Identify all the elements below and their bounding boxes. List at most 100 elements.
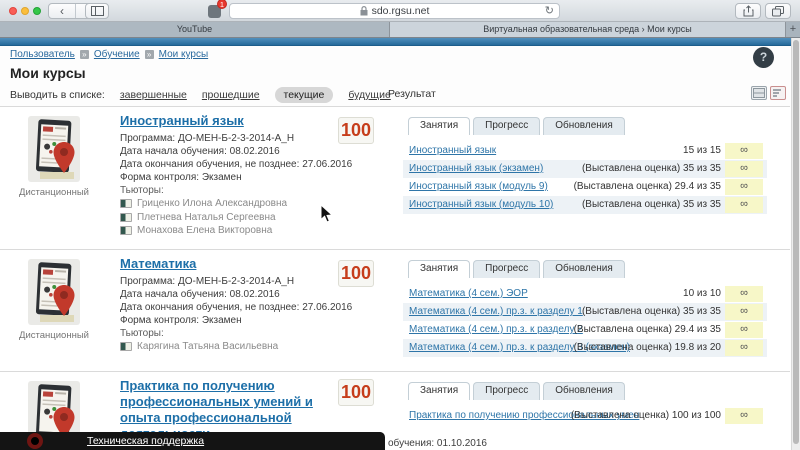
infinity-cell[interactable]: ∞ <box>725 161 763 177</box>
course-mode: Дистанционный <box>19 330 89 341</box>
support-link[interactable]: Техническая поддержка <box>87 435 204 447</box>
tab-overview-glyph <box>772 5 784 16</box>
course-card-inostranny-yazyk: Дистанционный Иностранный язык Программа… <box>0 106 790 249</box>
mouse-cursor <box>320 204 333 223</box>
breadcrumb-separator-icon: » <box>79 50 89 59</box>
tutor-card-icon <box>120 212 132 222</box>
detail-label: Форма контроля: <box>120 172 200 183</box>
tutor-name: Карягина Татьяна Васильевна <box>137 341 279 352</box>
tab-active-sdo[interactable]: Виртуальная образовательная среда › Мои … <box>390 22 786 37</box>
address-bar[interactable]: sdo.rgsu.net ↻ <box>229 3 560 19</box>
tab-obnovleniya[interactable]: Обновления <box>543 260 625 278</box>
lesson-link[interactable]: Иностранный язык (модуль 9) <box>409 181 548 192</box>
lesson-row: Иностранный язык (модуль 9) (Выставлена о… <box>403 178 767 196</box>
infinity-cell[interactable]: ∞ <box>725 197 763 213</box>
list-view-icon[interactable] <box>751 86 767 100</box>
lesson-result: (Выставлена оценка) 29.4 из 35 <box>573 181 721 192</box>
course-title-link[interactable]: Иностранный язык <box>120 113 342 129</box>
close-window-button[interactable] <box>9 7 17 15</box>
infinity-cell[interactable]: ∞ <box>725 143 763 159</box>
detail-label: Дата начала обучения: <box>120 289 227 300</box>
tab-progress[interactable]: Прогресс <box>473 260 541 278</box>
url-text: sdo.rgsu.net <box>371 5 430 17</box>
tab-zanyatiya[interactable]: Занятия <box>408 117 471 135</box>
course-thumbnail <box>28 259 80 325</box>
tab-progress[interactable]: Прогресс <box>473 117 541 135</box>
tab-obnovleniya[interactable]: Обновления <box>543 117 625 135</box>
detail-value: 27.06.2016 <box>302 159 353 170</box>
tab-zanyatiya[interactable]: Занятия <box>408 260 471 278</box>
course-title-link[interactable]: Математика <box>120 256 342 272</box>
lesson-row: Иностранный язык (модуль 10) (Выставлена … <box>403 196 767 214</box>
infinity-cell[interactable]: ∞ <box>725 286 763 302</box>
filter-future[interactable]: будущие <box>348 89 390 101</box>
infinity-cell[interactable]: ∞ <box>725 408 763 424</box>
tutor-row: Карягина Татьяна Васильевна <box>120 340 342 354</box>
lesson-row: Иностранный язык (экзамен) (Выставлена оц… <box>403 160 767 178</box>
share-icon[interactable] <box>735 3 761 19</box>
infinity-cell[interactable]: ∞ <box>725 304 763 320</box>
breadcrumb: Пользователь » Обучение » Мои курсы <box>10 49 208 60</box>
sidebar-icon[interactable] <box>85 3 109 19</box>
partially-covered-detail: обучения: 01.10.2016 <box>388 438 487 449</box>
detail-value: 27.06.2016 <box>302 302 353 313</box>
filter-completed[interactable]: завершенные <box>120 89 187 101</box>
lesson-result: (Выставлена оценка) 35 из 35 <box>581 163 721 174</box>
extension-icon[interactable]: 1 <box>204 0 227 19</box>
detail-view-icon[interactable] <box>770 86 786 100</box>
scrollbar-thumb[interactable] <box>793 40 799 444</box>
infinity-cell[interactable]: ∞ <box>725 179 763 195</box>
lesson-link[interactable]: Математика (4 сем.) пр.з. к разделу 2 <box>409 324 583 335</box>
support-overlay[interactable]: Техническая поддержка <box>0 432 385 450</box>
infinity-cell[interactable]: ∞ <box>725 340 763 356</box>
back-icon[interactable]: ‹ <box>49 4 75 18</box>
tutor-row: Монахова Елена Викторовна <box>120 224 342 238</box>
detail-value: 08.02.2016 <box>229 146 280 157</box>
lesson-link[interactable]: Иностранный язык (модуль 10) <box>409 199 553 210</box>
breadcrumb-education[interactable]: Обучение <box>94 49 140 60</box>
breadcrumb-user[interactable]: Пользователь <box>10 49 75 60</box>
course-score: 100 <box>338 379 374 406</box>
course-lessons-panel: Занятия Прогресс Обновления Практика по … <box>403 382 767 425</box>
screen: ‹ › 1 sdo.rgsu.net ↻ <box>0 0 800 450</box>
course-list: Дистанционный Иностранный язык Программа… <box>0 106 790 450</box>
lesson-link[interactable]: Иностранный язык (экзамен) <box>409 163 543 174</box>
filter-past[interactable]: прошедшие <box>202 89 260 101</box>
lesson-row: Математика (4 сем.) пр.з. к разделу 1 (Вы… <box>403 303 767 321</box>
tutor-card-icon <box>120 226 132 236</box>
refresh-icon[interactable]: ↻ <box>545 4 554 18</box>
filter-current[interactable]: текущие <box>274 87 334 103</box>
tutor-card-icon <box>120 199 132 209</box>
tutor-name: Монахова Елена Викторовна <box>137 225 273 236</box>
help-icon[interactable]: ? <box>753 47 774 68</box>
course-score: 100 <box>338 260 374 287</box>
course-score: 100 <box>338 117 374 144</box>
lesson-result: (Выставлена оценка) 29.4 из 35 <box>573 324 721 335</box>
detail-label: Программа: <box>120 133 176 144</box>
lesson-link[interactable]: Иностранный язык <box>409 145 496 156</box>
extension-badge: 1 <box>216 0 227 9</box>
lesson-result: (Выставлена оценка) 35 из 35 <box>581 199 721 210</box>
support-logo-icon <box>27 433 43 449</box>
tutor-row: Гриценко Илона Александровна <box>120 197 342 211</box>
course-lessons-panel: Занятия Прогресс Обновления Иностранный … <box>403 117 767 214</box>
maximize-window-button[interactable] <box>33 7 41 15</box>
minimize-window-button[interactable] <box>21 7 29 15</box>
new-tab-button[interactable]: + <box>786 22 800 37</box>
lesson-link[interactable]: Математика (4 сем.) пр.з. к разделу 1 <box>409 306 583 317</box>
course-thumbnail <box>28 116 80 182</box>
detail-label: Дата окончания обучения, не позднее: <box>120 302 300 313</box>
tab-obnovleniya[interactable]: Обновления <box>543 382 625 400</box>
detail-label: Форма контроля: <box>120 315 200 326</box>
tab-progress[interactable]: Прогресс <box>473 382 541 400</box>
infinity-cell[interactable]: ∞ <box>725 322 763 338</box>
tab-youtube[interactable]: YouTube <box>0 22 390 37</box>
sidebar-glyph <box>90 6 104 16</box>
site-header-bar <box>0 38 800 46</box>
lesson-link[interactable]: Математика (4 сем.) ЭОР <box>409 288 528 299</box>
course-info: Иностранный язык Программа: ДО-МЕН-Б-2-3… <box>120 113 352 238</box>
tab-zanyatiya[interactable]: Занятия <box>408 382 471 400</box>
page-scrollbar[interactable] <box>791 38 800 450</box>
tab-overview-icon[interactable] <box>765 3 791 19</box>
breadcrumb-my-courses[interactable]: Мои курсы <box>159 49 209 60</box>
